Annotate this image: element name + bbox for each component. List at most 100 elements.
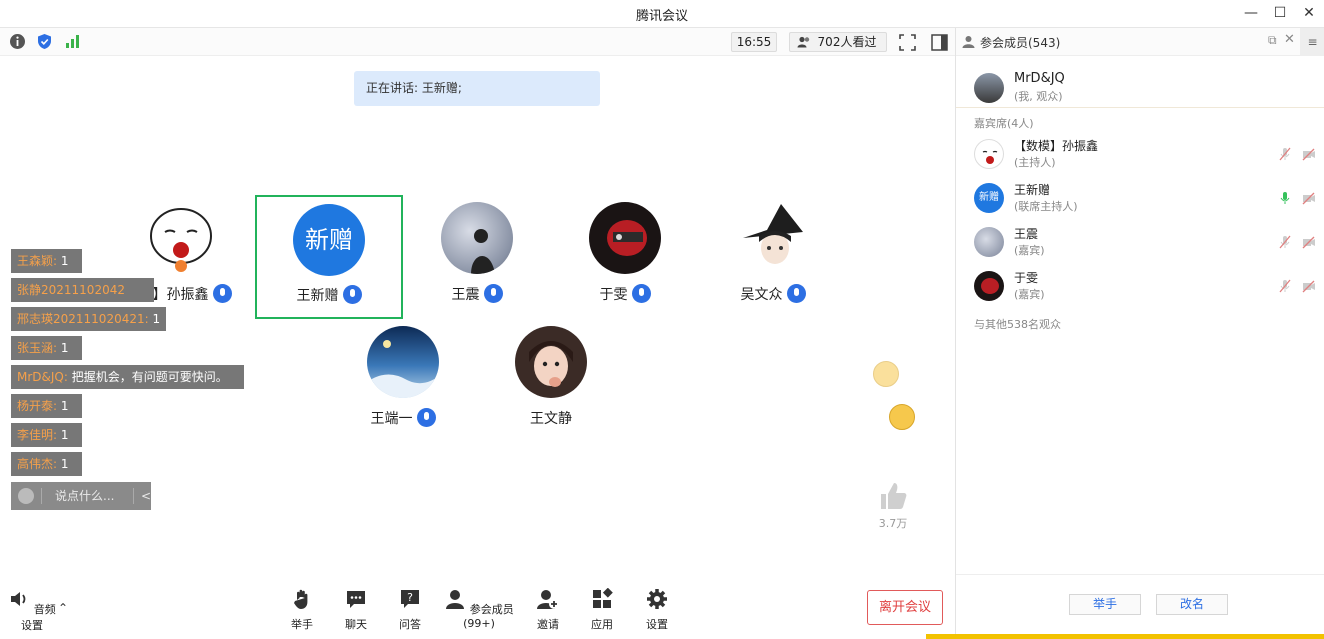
chat-button[interactable]: 聊天: [340, 588, 372, 632]
chat-text: 1: [57, 457, 69, 471]
member-row[interactable]: 于雯 (嘉宾): [956, 264, 1324, 308]
participant-tile-active[interactable]: 新赠 王新赠: [255, 195, 403, 319]
meeting-window: 腾讯会议 — ☐ ✕ 16:55 702人看过 正在讲话: 王新赠; 【数模】孙…: [0, 0, 1324, 639]
security-shield-icon[interactable]: [36, 33, 53, 50]
svg-text:?: ?: [407, 591, 413, 604]
participant-tile[interactable]: 吴文众: [699, 196, 847, 320]
participant-name: 王新赠: [296, 288, 339, 304]
settings-button[interactable]: 设置: [641, 588, 673, 632]
emoji-icon[interactable]: [18, 488, 34, 504]
chat-user: 王森颖:: [17, 254, 58, 268]
chat-message: 高伟杰: 1: [11, 452, 82, 476]
red-helmet-avatar: [589, 202, 661, 274]
laugh-emoji-icon: [873, 361, 899, 387]
chat-message: 张静20211102042: [11, 278, 154, 302]
close-button[interactable]: ✕: [1298, 3, 1320, 25]
mic-muted-icon[interactable]: [1278, 279, 1292, 293]
person-icon: [446, 590, 465, 609]
participant-tile[interactable]: 王文静: [477, 320, 625, 444]
maximize-button[interactable]: ☐: [1269, 3, 1291, 25]
member-row-self[interactable]: MrD&JQ (我, 观众): [956, 66, 1324, 108]
chat-message: 王森颖: 1: [11, 249, 82, 273]
fullscreen-icon[interactable]: [899, 34, 916, 51]
divider: [956, 574, 1324, 575]
qa-button[interactable]: ? 问答: [394, 588, 426, 632]
cartoon-face-avatar: [145, 202, 217, 274]
mic-muted-icon[interactable]: [1278, 147, 1292, 161]
toolbar-label: 参会成员(99+): [463, 603, 514, 630]
menu-icon[interactable]: ≡: [1300, 28, 1324, 56]
minimize-button[interactable]: —: [1240, 3, 1262, 25]
viewers-count-button[interactable]: 702人看过: [789, 32, 887, 52]
apps-button[interactable]: 应用: [586, 587, 618, 632]
signal-icon[interactable]: [64, 33, 81, 50]
chat-text: 1: [57, 341, 69, 355]
raise-hand-button[interactable]: 举手: [286, 588, 318, 632]
participant-tile[interactable]: 于雯: [551, 196, 699, 320]
member-name: 于雯: [1014, 271, 1039, 285]
popout-icon[interactable]: ⧉: [1268, 33, 1277, 48]
microphone-icon: [416, 407, 436, 427]
invite-button[interactable]: 邀请: [532, 588, 564, 632]
camera-off-icon[interactable]: [1302, 235, 1316, 249]
chat-user: 李佳明:: [17, 428, 58, 442]
audio-expand-chevron-icon[interactable]: ⌃: [58, 601, 68, 615]
toolbar-label: 应用: [591, 618, 613, 631]
panel-raise-hand-button[interactable]: 举手: [1069, 594, 1141, 615]
viewers-count: 702人看过: [817, 35, 877, 49]
members-button[interactable]: 参会成员(99+): [440, 588, 518, 630]
camera-off-icon[interactable]: [1302, 191, 1316, 205]
microphone-icon: [786, 283, 806, 303]
member-role: (我, 观众): [1014, 90, 1063, 103]
member-avatar: [974, 227, 1004, 257]
toolbar-label: 邀请: [537, 618, 559, 631]
speaker-icon: [11, 592, 26, 606]
camera-off-icon[interactable]: [1302, 147, 1316, 161]
chat-input[interactable]: 说点什么... <: [11, 482, 151, 510]
close-panel-icon[interactable]: ✕: [1284, 32, 1295, 47]
guests-section-label: 嘉宾席(4人): [974, 117, 1034, 130]
likes-count: 3.7万: [878, 517, 908, 530]
member-name: 【数模】孙振鑫: [1014, 139, 1099, 153]
participant-tile[interactable]: 王震: [403, 196, 551, 320]
participant-name-row: 王震: [403, 283, 551, 305]
layout-icon[interactable]: [931, 34, 948, 51]
hand-icon: [294, 589, 308, 609]
rename-button[interactable]: 改名: [1156, 594, 1228, 615]
divider: [41, 488, 42, 504]
speaking-indicator: 正在讲话: 王新赠;: [354, 71, 600, 106]
participant-tile[interactable]: 王端一: [329, 320, 477, 444]
member-avatar: [974, 73, 1004, 103]
info-icon[interactable]: [9, 33, 26, 50]
members-panel: 参会成员(543) ⧉ ✕ ≡ MrD&JQ (我, 观众) 嘉宾席(4人) 【…: [955, 28, 1324, 639]
leave-meeting-button[interactable]: 离开会议: [867, 590, 943, 625]
member-row[interactable]: 【数模】孙振鑫 (主持人): [956, 132, 1324, 176]
chat-placeholder: 说点什么...: [55, 489, 115, 503]
chat-bubble-icon: [347, 591, 365, 608]
participant-name: 王文静: [530, 411, 572, 427]
member-avatar: 新赠: [974, 183, 1004, 213]
collapse-chat-button[interactable]: <: [141, 482, 151, 510]
member-row[interactable]: 新赠 王新赠 (联席主持人): [956, 176, 1324, 220]
participant-name-row: 于雯: [551, 283, 699, 305]
chat-text: 1: [57, 254, 69, 268]
member-row[interactable]: 王震 (嘉宾): [956, 220, 1324, 264]
participant-name: 王端一: [370, 411, 413, 427]
member-role: (嘉宾): [1014, 244, 1045, 257]
mic-muted-icon[interactable]: [1278, 235, 1292, 249]
audio-settings-button[interactable]: 音频设置: [6, 588, 58, 633]
camera-off-icon[interactable]: [1302, 279, 1316, 293]
witch-hat-avatar: [737, 202, 809, 274]
laugh-emoji-icon: [889, 404, 915, 430]
participant-name-row: 吴文众: [699, 283, 847, 305]
chat-user: 高伟杰:: [17, 457, 58, 471]
people-icon: [797, 36, 810, 48]
window-title: 腾讯会议: [635, 9, 688, 24]
mic-on-icon[interactable]: [1278, 191, 1292, 205]
blue-sky-avatar: [367, 326, 439, 398]
thumbs-up-icon[interactable]: [878, 481, 908, 511]
member-avatar: [974, 271, 1004, 301]
member-role: (主持人): [1014, 156, 1056, 169]
meeting-clock: 16:55: [731, 32, 777, 52]
member-name: MrD&JQ: [1014, 71, 1065, 86]
